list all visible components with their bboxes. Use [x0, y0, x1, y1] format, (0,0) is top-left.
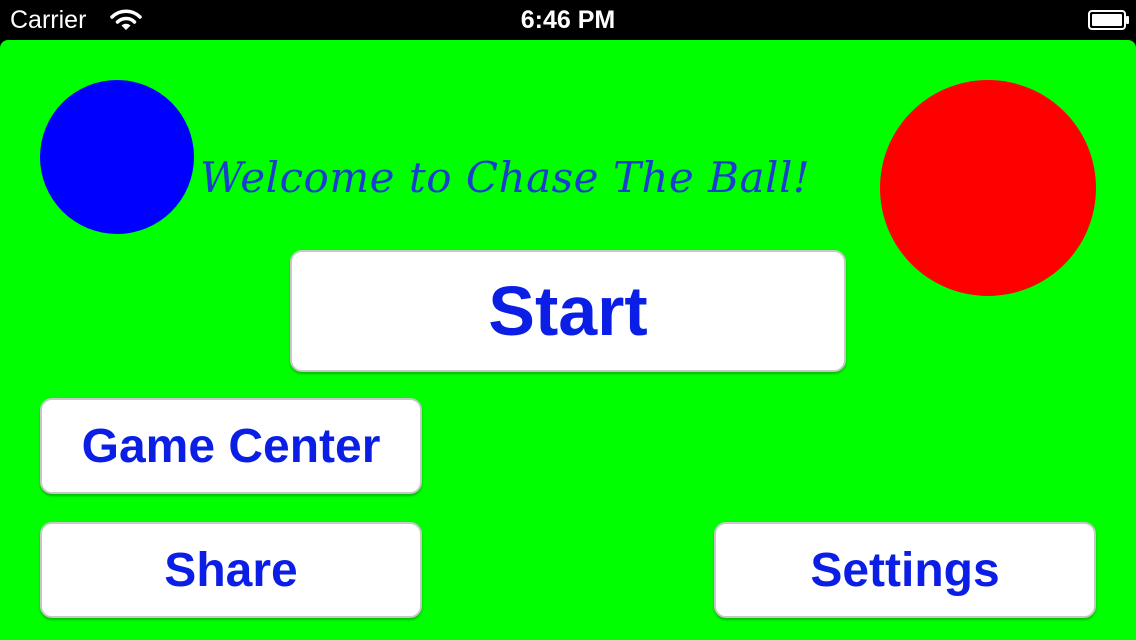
red-ball: [880, 80, 1096, 296]
share-button[interactable]: Share: [40, 522, 422, 618]
blue-ball: [40, 80, 194, 234]
device-screen: Carrier 6:46 PM Welcome to Chase The Bal…: [0, 0, 1136, 640]
status-bar-time: 6:46 PM: [520, 6, 616, 34]
start-button[interactable]: Start: [290, 250, 846, 372]
welcome-title: Welcome to Chase The Ball!: [200, 153, 811, 202]
game-center-button[interactable]: Game Center: [40, 398, 422, 494]
status-bar: Carrier 6:46 PM: [0, 0, 1136, 40]
settings-button[interactable]: Settings: [714, 522, 1096, 618]
main-menu: Welcome to Chase The Ball! Start Game Ce…: [0, 40, 1136, 640]
battery-icon: [1088, 10, 1129, 30]
